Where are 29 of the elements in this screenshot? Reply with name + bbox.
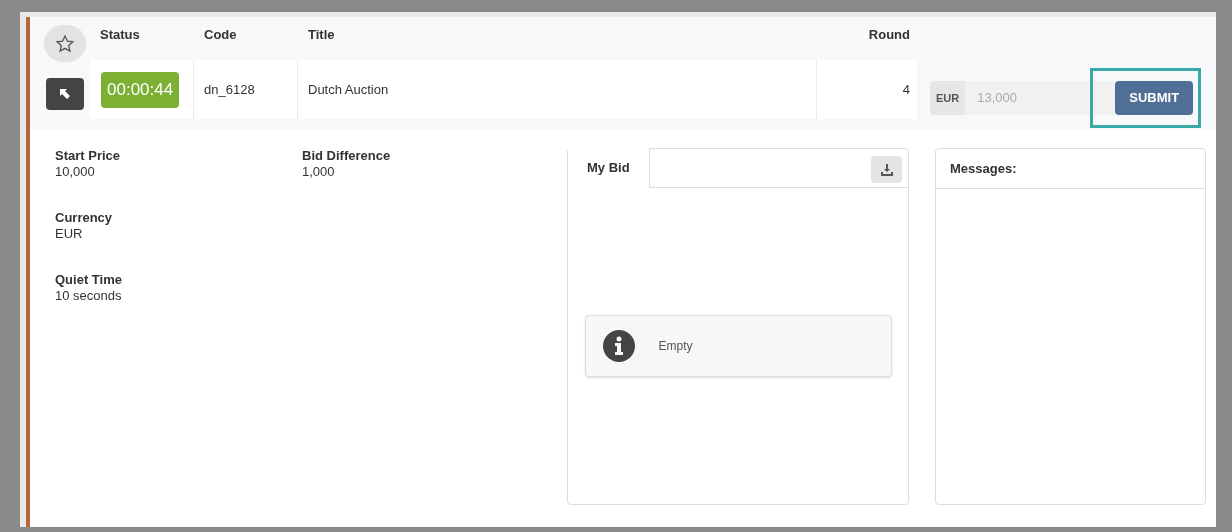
detail-value: 10 seconds (55, 288, 123, 304)
column-header: Code (203, 26, 238, 44)
info-icon (602, 330, 635, 362)
table-cell-text: Dutch Auction (308, 80, 389, 99)
detail-label: Bid Difference (302, 148, 392, 164)
detail-value: 10,000 (55, 164, 96, 180)
currency-addon: EUR (930, 81, 966, 115)
empty-text: Empty (658, 338, 693, 355)
table-cell-text: dn_6128 (204, 80, 255, 99)
favorite-button[interactable] (44, 25, 86, 62)
star-icon (55, 33, 75, 54)
download-button[interactable] (871, 156, 902, 183)
detail-label: Quiet Time (55, 272, 123, 288)
detail-label: Start Price (55, 148, 122, 164)
arrow-icon (59, 88, 71, 100)
panel-title: Messages: (950, 159, 1017, 178)
timer-badge: 00:00:44 (101, 71, 180, 108)
submit-button[interactable]: SUBMIT (1115, 81, 1194, 115)
detail-value: EUR (55, 226, 84, 242)
bid-input[interactable]: 13,000 (965, 81, 1116, 115)
detail-value: 1,000 (302, 164, 336, 180)
column-header: Round (867, 26, 911, 44)
detail-label: Currency (55, 210, 114, 226)
table-cell-text: 4 (902, 80, 910, 99)
download-icon (880, 163, 893, 176)
open-button[interactable] (46, 78, 84, 110)
tab[interactable]: My Bid (568, 148, 650, 188)
column-header: Status (99, 26, 141, 44)
column-header: Title (307, 26, 336, 44)
